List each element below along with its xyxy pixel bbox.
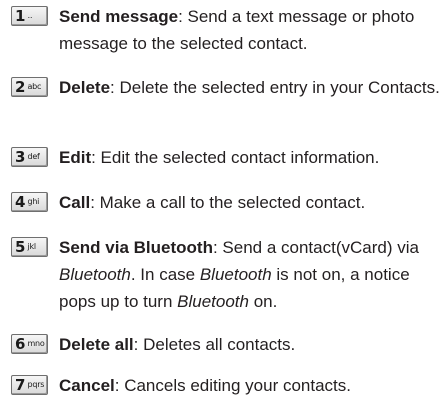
description-text: : Send a contact(vCard) via bbox=[212, 238, 419, 257]
key-number: 4 bbox=[15, 192, 26, 211]
option-cancel: 7 pqrs Cancel: Cancels editing your cont… bbox=[11, 372, 441, 399]
key-5-icon: 5 jkl bbox=[11, 237, 48, 257]
option-term: Edit bbox=[59, 148, 92, 167]
option-text: Send message: Send a text message or pho… bbox=[59, 3, 441, 57]
option-text: Delete: Delete the selected entry in you… bbox=[59, 74, 441, 101]
key-number: 7 bbox=[15, 375, 26, 394]
option-term: Call bbox=[59, 193, 91, 212]
description-text: : Make a call to the selected contact. bbox=[90, 193, 366, 212]
key-letters: jkl bbox=[27, 242, 36, 251]
option-description: : Delete the selected entry in your Cont… bbox=[110, 78, 440, 97]
description-text: . In case bbox=[130, 265, 200, 284]
option-description: : Cancels editing your contacts. bbox=[115, 376, 351, 395]
description-text: : Cancels editing your contacts. bbox=[114, 376, 351, 395]
voicemail-icon: ․․ bbox=[27, 11, 33, 20]
option-delete-all: 6 mno Delete all: Deletes all contacts. bbox=[11, 331, 441, 358]
option-description: : Make a call to the selected contact. bbox=[90, 193, 365, 212]
option-call: 4 ghi Call: Make a call to the selected … bbox=[11, 189, 441, 216]
option-text: Cancel: Cancels editing your contacts. bbox=[59, 372, 441, 399]
key-number: 3 bbox=[15, 147, 26, 166]
key-6-icon: 6 mno bbox=[11, 334, 48, 354]
key-letters: abc bbox=[27, 82, 42, 91]
key-number: 1 bbox=[15, 6, 26, 25]
option-text: Delete all: Deletes all contacts. bbox=[59, 331, 441, 358]
options-list: 1 ․․ Send message: Send a text message o… bbox=[0, 0, 446, 403]
key-letters: ghi bbox=[27, 197, 40, 206]
option-send-via-bluetooth: 5 jkl Send via Bluetooth: Send a contact… bbox=[11, 234, 441, 315]
description-emphasis: Bluetooth bbox=[199, 265, 272, 284]
option-term: Delete all bbox=[59, 335, 134, 354]
description-text: : Edit the selected contact information. bbox=[91, 148, 380, 167]
option-text: Send via Bluetooth: Send a contact(vCard… bbox=[59, 234, 441, 315]
key-3-icon: 3 def bbox=[11, 147, 48, 167]
option-delete: 2 abc Delete: Delete the selected entry … bbox=[11, 74, 441, 101]
key-letters: mno bbox=[27, 339, 45, 348]
description-text: on. bbox=[248, 292, 278, 311]
option-send-message: 1 ․․ Send message: Send a text message o… bbox=[11, 3, 441, 57]
option-text: Call: Make a call to the selected contac… bbox=[59, 189, 441, 216]
key-7-icon: 7 pqrs bbox=[11, 375, 48, 395]
option-text: Edit: Edit the selected contact informat… bbox=[59, 144, 441, 171]
option-term: Cancel bbox=[59, 376, 115, 395]
key-number: 2 bbox=[15, 77, 26, 96]
description-emphasis: Bluetooth bbox=[59, 265, 131, 284]
option-term: Delete bbox=[59, 78, 111, 97]
description-emphasis: Bluetooth bbox=[177, 292, 249, 311]
option-term: Send message bbox=[59, 7, 179, 26]
key-letters: pqrs bbox=[27, 380, 45, 389]
option-edit: 3 def Edit: Edit the selected contact in… bbox=[11, 144, 441, 171]
key-letters: def bbox=[27, 152, 40, 161]
key-4-icon: 4 ghi bbox=[11, 192, 48, 212]
key-number: 5 bbox=[15, 237, 26, 256]
option-term: Send via Bluetooth bbox=[59, 238, 213, 257]
key-1-icon: 1 ․․ bbox=[11, 6, 48, 26]
description-text: : Deletes all contacts. bbox=[133, 335, 296, 354]
description-text: : Delete the selected entry in your Cont… bbox=[110, 78, 440, 97]
key-number: 6 bbox=[15, 334, 26, 353]
option-description: : Edit the selected contact information. bbox=[91, 148, 379, 167]
option-description: : Deletes all contacts. bbox=[134, 335, 296, 354]
key-2-icon: 2 abc bbox=[11, 77, 48, 97]
